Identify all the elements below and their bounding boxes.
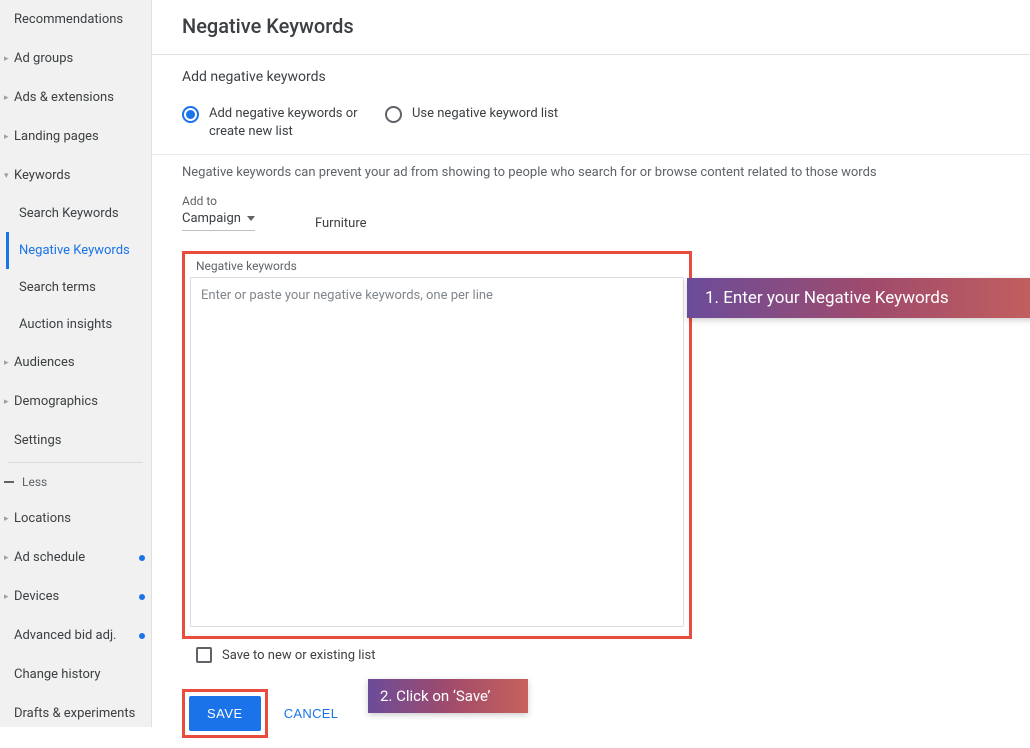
radio-use-list[interactable]: Use negative keyword list (385, 105, 558, 123)
chevron-down-icon (247, 216, 255, 221)
nav-locations[interactable]: ▸Locations (0, 499, 151, 538)
negative-keywords-box: Negative keywords (182, 251, 692, 639)
nav-label: Audiences (14, 355, 75, 370)
nav-ad-schedule[interactable]: ▸Ad schedule (0, 538, 151, 577)
chevron-right-icon: ▸ (4, 54, 12, 64)
add-to-row: Add to Campaign Furniture (152, 188, 1030, 239)
nav-label: Devices (14, 589, 59, 604)
add-to-label: Add to (182, 194, 255, 208)
button-row: SAVE CANCEL (152, 669, 1030, 748)
radio-row: Add negative keywords or create new list… (152, 91, 1030, 155)
page-header: Negative Keywords (152, 0, 1030, 55)
save-to-list-label: Save to new or existing list (222, 648, 376, 663)
annotation-callout-2: 2. Click on ‘Save’ (368, 679, 528, 713)
section-subtitle: Add negative keywords (182, 69, 1000, 85)
nav-label: Recommendations (14, 12, 123, 27)
subnav-auction-insights[interactable]: Auction insights (6, 306, 151, 343)
nav-label: Demographics (14, 394, 98, 409)
nav-audiences[interactable]: ▸Audiences (0, 343, 151, 382)
add-to-dropdown[interactable]: Campaign (182, 208, 255, 231)
nav-label: Drafts & experiments (14, 706, 135, 721)
nav-label: Ads & extensions (14, 90, 114, 105)
nav-label: Ad schedule (14, 550, 85, 565)
nav-label: Change history (14, 667, 101, 682)
annotation-callout-1: 1. Enter your Negative Keywords (687, 278, 1030, 318)
subnav-search-keywords[interactable]: Search Keywords (6, 195, 151, 232)
nav-demographics[interactable]: ▸Demographics (0, 382, 151, 421)
status-dot-icon (139, 594, 145, 600)
helper-text: Negative keywords can prevent your ad fr… (152, 155, 1030, 188)
save-button-highlight: SAVE (182, 689, 268, 738)
radio-label: Use negative keyword list (412, 105, 558, 123)
nav-label: Keywords (14, 168, 70, 183)
status-dot-icon (139, 633, 145, 639)
radio-add-new[interactable]: Add negative keywords or create new list (182, 105, 359, 140)
save-button[interactable]: SAVE (189, 696, 261, 731)
nav-label: Ad groups (14, 51, 73, 66)
subnav-negative-keywords[interactable]: Negative Keywords (6, 232, 151, 269)
nav-less[interactable]: Less (0, 465, 151, 499)
campaign-name: Furniture (315, 216, 367, 231)
section-subheader: Add negative keywords (152, 55, 1030, 91)
chevron-right-icon: ▸ (4, 592, 12, 602)
divider (8, 462, 143, 463)
nav-ad-groups[interactable]: ▸Ad groups (0, 39, 151, 78)
nav-change-history[interactable]: ▸Change history (0, 655, 151, 694)
nav-label: Locations (14, 511, 71, 526)
save-to-list-checkbox[interactable] (196, 647, 212, 663)
chevron-right-icon: ▸ (4, 553, 12, 563)
negative-keywords-label: Negative keywords (190, 259, 684, 277)
chevron-right-icon: ▸ (4, 93, 12, 103)
radio-icon (182, 106, 199, 123)
chevron-right-icon: ▸ (4, 358, 12, 368)
nav-ads-extensions[interactable]: ▸Ads & extensions (0, 78, 151, 117)
main-panel: Negative Keywords Add negative keywords … (152, 0, 1030, 727)
nav-recommendations[interactable]: ▸Recommendations (0, 0, 151, 39)
nav-landing-pages[interactable]: ▸Landing pages (0, 117, 151, 156)
chevron-right-icon: ▸ (4, 514, 12, 524)
nav-devices[interactable]: ▸Devices (0, 577, 151, 616)
save-to-list-row: Save to new or existing list (152, 639, 1030, 669)
radio-label: Add negative keywords or create new list (209, 105, 359, 140)
nav-label: Settings (14, 433, 61, 448)
less-label: Less (22, 475, 47, 489)
subnav-search-terms[interactable]: Search terms (6, 269, 151, 306)
radio-icon (385, 106, 402, 123)
minus-icon (4, 481, 14, 483)
chevron-down-icon: ▾ (4, 171, 12, 181)
nav-label: Landing pages (14, 129, 99, 144)
page-title: Negative Keywords (182, 14, 1000, 38)
chevron-right-icon: ▸ (4, 397, 12, 407)
cancel-button[interactable]: CANCEL (284, 706, 339, 721)
status-dot-icon (139, 555, 145, 561)
nav-advanced-bid-adj[interactable]: ▸Advanced bid adj. (0, 616, 151, 655)
chevron-right-icon: ▸ (4, 132, 12, 142)
add-to-value: Campaign (182, 211, 241, 226)
nav-label: Advanced bid adj. (14, 628, 116, 643)
nav-drafts-experiments[interactable]: ▸Drafts & experiments (0, 694, 151, 727)
negative-keywords-input[interactable] (190, 277, 684, 627)
nav-keywords[interactable]: ▾Keywords (0, 156, 151, 195)
nav-settings[interactable]: ▸Settings (0, 421, 151, 460)
keywords-subnav: Search Keywords Negative Keywords Search… (0, 195, 151, 343)
sidebar: ▸Recommendations ▸Ad groups ▸Ads & exten… (0, 0, 152, 727)
